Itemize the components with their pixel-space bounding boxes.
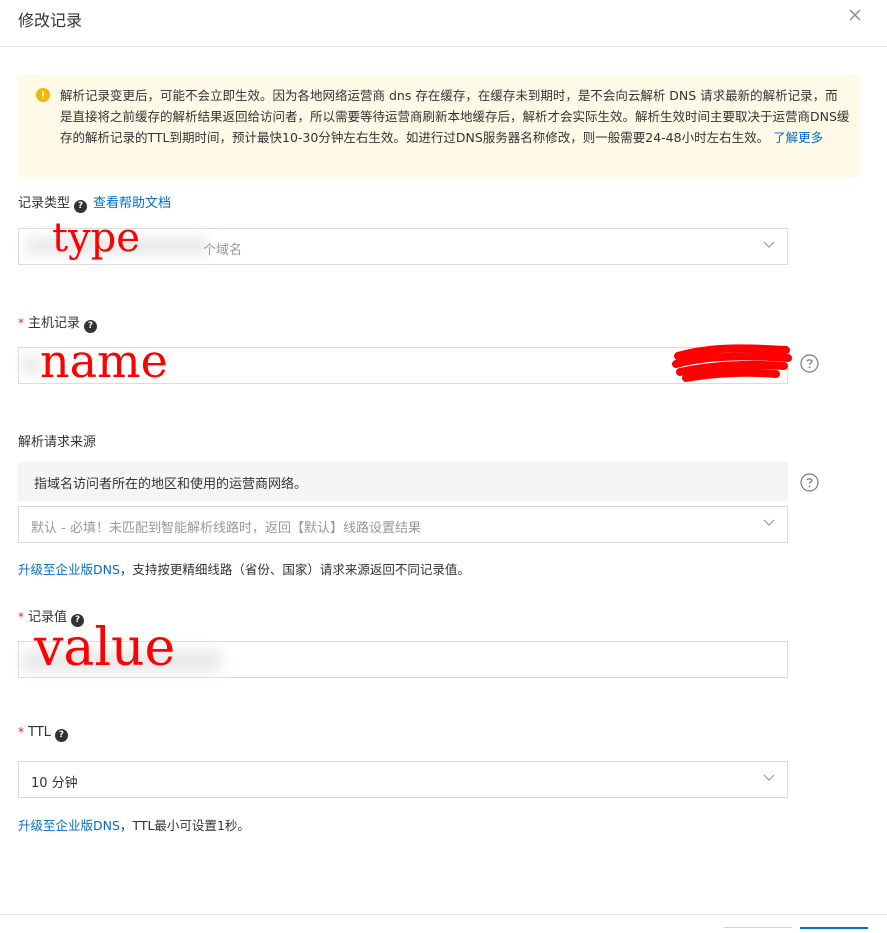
- host-label-row: * 主机记录?: [18, 312, 98, 333]
- source-promo: 升级至企业版DNS，支持按更精细线路（省份、国家）请求来源返回不同记录值。: [18, 559, 470, 578]
- redacted-blur: [21, 356, 41, 374]
- ttl-label: TTL: [28, 725, 51, 740]
- source-line-select[interactable]: 默认 - 必填！未匹配到智能解析线路时，返回【默认】线路设置结果: [18, 506, 788, 543]
- record-type-label: 记录类型: [18, 196, 71, 211]
- required-mark: *: [18, 725, 24, 739]
- annotation-type: type: [52, 215, 140, 261]
- annotation-name: name: [40, 334, 168, 388]
- source-promo-text: ，支持按更精细线路（省份、国家）请求来源返回不同记录值。: [119, 562, 470, 577]
- confirm-button[interactable]: [800, 927, 868, 933]
- dialog-header: 修改记录: [0, 0, 887, 47]
- chevron-down-icon: [763, 519, 775, 526]
- host-label: 主机记录: [28, 316, 81, 331]
- help-icon[interactable]: ?: [54, 729, 68, 742]
- chevron-down-icon: [763, 241, 775, 248]
- ttl-promo-text: ，TTL最小可设置1秒。: [119, 818, 250, 833]
- question-circle-icon[interactable]: [800, 354, 819, 373]
- chevron-down-icon: [763, 774, 775, 781]
- warning-icon: [36, 88, 50, 102]
- ttl-promo: 升级至企业版DNS，TTL最小可设置1秒。: [18, 815, 250, 834]
- required-mark: *: [18, 610, 24, 624]
- help-icon[interactable]: ?: [74, 200, 88, 213]
- record-type-label-row: 记录类型? 查看帮助文档: [18, 192, 171, 213]
- learn-more-link[interactable]: 了解更多: [773, 130, 823, 145]
- source-label: 解析请求来源: [18, 435, 97, 450]
- notice-banner: 解析记录变更后，可能不会立即生效。因为各地网络运营商 dns 存在缓存，在缓存未…: [18, 75, 859, 177]
- upgrade-enterprise-link[interactable]: 升级至企业版DNS: [18, 562, 120, 577]
- close-icon[interactable]: [845, 5, 865, 25]
- notice-text: 解析记录变更后，可能不会立即生效。因为各地网络运营商 dns 存在缓存，在缓存未…: [60, 85, 850, 148]
- ttl-value: 10 分钟: [31, 776, 78, 791]
- help-doc-link[interactable]: 查看帮助文档: [93, 196, 171, 211]
- source-hint-box: 指域名访问者所在的地区和使用的运营商网络。: [18, 462, 788, 501]
- redaction-scribble: [672, 344, 792, 382]
- annotation-value: value: [34, 618, 176, 678]
- notice-body: 解析记录变更后，可能不会立即生效。因为各地网络运营商 dns 存在缓存，在缓存未…: [60, 88, 850, 145]
- source-line-placeholder: 默认 - 必填！未匹配到智能解析线路时，返回【默认】线路设置结果: [31, 521, 421, 536]
- source-hint: 指域名访问者所在的地区和使用的运营商网络。: [34, 477, 308, 492]
- help-icon[interactable]: ?: [84, 320, 98, 333]
- record-type-value: 个域名: [203, 243, 243, 258]
- required-mark: *: [18, 316, 24, 330]
- ttl-select[interactable]: 10 分钟: [18, 761, 788, 798]
- dialog-title: 修改记录: [18, 11, 83, 30]
- cancel-button[interactable]: [724, 927, 792, 932]
- question-circle-icon[interactable]: [800, 473, 819, 492]
- dialog-footer: [0, 914, 887, 930]
- ttl-label-row: * TTL?: [18, 725, 68, 742]
- upgrade-enterprise-link[interactable]: 升级至企业版DNS: [18, 818, 120, 833]
